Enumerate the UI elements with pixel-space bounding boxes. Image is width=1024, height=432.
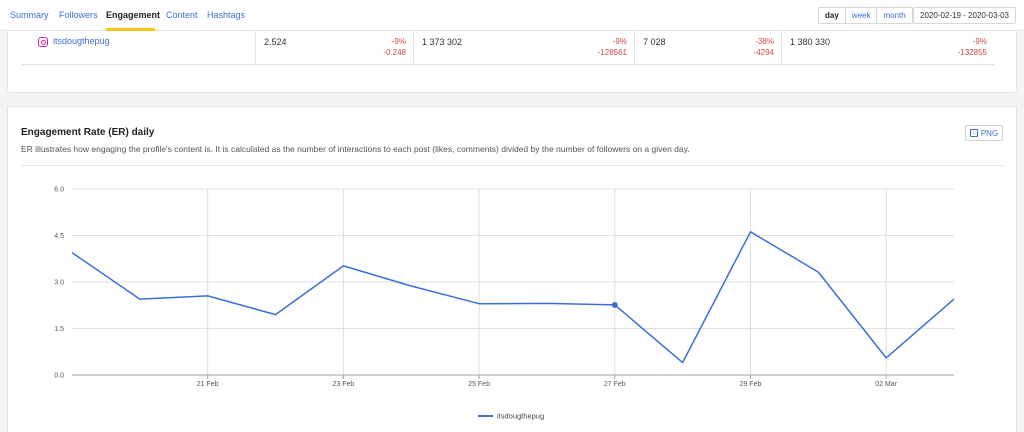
y-tick-label: 0.0 bbox=[54, 373, 64, 380]
engagement-rate-chart: 0.0 1.5 3.0 4.5 6.0 21 Feb 23 Feb 25 Feb 27 Feb 2… bbox=[54, 187, 955, 421]
y-tick-label: 4.5 bbox=[54, 233, 64, 240]
x-tick-label: 25 Feb bbox=[468, 381, 490, 388]
x-tick-label: 29 Feb bbox=[740, 381, 762, 388]
y-tick-label: 1.5 bbox=[54, 326, 64, 333]
legend-label: itsdougthepug bbox=[497, 412, 544, 421]
y-tick-label: 6.0 bbox=[54, 187, 64, 194]
highlighted-data-point bbox=[611, 301, 618, 308]
y-tick-label: 3.0 bbox=[54, 280, 64, 287]
x-tick-label: 02 Mar bbox=[875, 381, 897, 388]
x-tick-label: 21 Feb bbox=[197, 381, 219, 388]
series-line bbox=[71, 231, 955, 364]
x-tick-label: 23 Feb bbox=[332, 381, 354, 388]
x-tick-label: 27 Feb bbox=[604, 381, 626, 388]
